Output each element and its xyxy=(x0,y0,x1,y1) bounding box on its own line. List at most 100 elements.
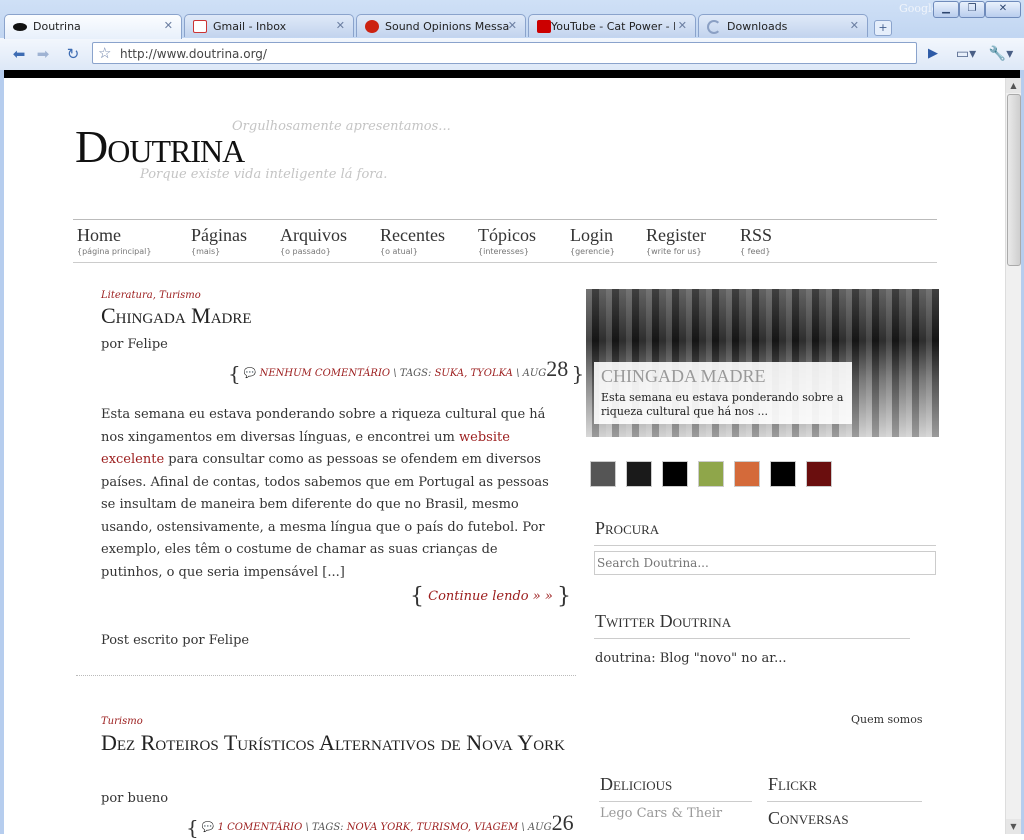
close-tab-icon[interactable]: ✕ xyxy=(164,19,173,32)
tags-links[interactable]: Suka, Tyolka xyxy=(435,368,513,379)
tab-sound-opinions[interactable]: Sound Opinions Message... ✕ xyxy=(356,14,526,37)
featured-title[interactable]: Chingada Madre xyxy=(601,366,766,387)
tagline-top: Orgulhosamente apresentamos... xyxy=(232,119,451,134)
post-month: AUG xyxy=(522,368,547,379)
post-title[interactable]: Chingada Madre xyxy=(101,302,571,329)
scroll-thumb[interactable] xyxy=(1007,94,1021,266)
delicious-widget-title: Delicious xyxy=(600,774,673,794)
delicious-link[interactable]: Lego Cars & Their xyxy=(600,806,722,821)
address-bar[interactable]: ☆ http://www.doutrina.org/ xyxy=(92,42,917,64)
toolbar: ⬅ ➡ ↻ ☆ http://www.doutrina.org/ ▶ ▭▾ 🔧▾ xyxy=(0,38,1024,70)
post-categories[interactable]: Turismo xyxy=(101,716,143,727)
post-byline: por Felipe xyxy=(101,337,168,352)
comment-icon: 💬 xyxy=(243,368,257,379)
nav-label[interactable]: Arquivos xyxy=(280,225,347,246)
twitter-status[interactable]: doutrina: Blog "novo" no ar... xyxy=(595,651,786,666)
slider-thumb[interactable] xyxy=(734,461,760,487)
tab-downloads[interactable]: Downloads ✕ xyxy=(698,14,868,37)
tab-label: Downloads xyxy=(727,20,788,33)
close-tab-icon[interactable]: ✕ xyxy=(336,19,345,32)
scroll-down-icon[interactable]: ▼ xyxy=(1006,819,1021,834)
close-tab-icon[interactable]: ✕ xyxy=(850,19,859,32)
back-arrow-icon[interactable]: ⬅ xyxy=(8,43,30,65)
nav-item-home[interactable]: Home {página principal} xyxy=(77,225,151,256)
nav-label[interactable]: Home xyxy=(77,225,151,246)
page-menu-icon[interactable]: ▭▾ xyxy=(952,43,980,65)
downloads-icon xyxy=(707,20,721,34)
nav-label[interactable]: Register xyxy=(646,225,706,246)
slider-thumb[interactable] xyxy=(590,461,616,487)
tab-label: Gmail - Inbox xyxy=(213,20,287,33)
featured-caption[interactable]: Chingada Madre Esta semana eu estava pon… xyxy=(594,362,852,424)
youtube-icon xyxy=(537,20,551,33)
tab-label: YouTube - Cat Power - Nu... xyxy=(551,20,675,33)
page-top-bar xyxy=(4,70,1020,78)
slider-thumb[interactable] xyxy=(770,461,796,487)
nav-item-topicos[interactable]: Tópicos {interesses} xyxy=(478,225,536,256)
slider-thumb[interactable] xyxy=(698,461,724,487)
post-month: AUG xyxy=(527,822,552,833)
close-tab-icon[interactable]: ✕ xyxy=(678,19,687,32)
nav-item-rss[interactable]: RSS { feed} xyxy=(740,225,772,256)
url-text[interactable]: http://www.doutrina.org/ xyxy=(120,47,267,61)
nav-label[interactable]: Tópicos xyxy=(478,225,536,246)
tab-gmail[interactable]: Gmail - Inbox ✕ xyxy=(184,14,354,37)
comments-link[interactable]: Nenhum Comentário xyxy=(260,368,391,379)
brace-close: } xyxy=(556,584,571,609)
continue-link[interactable]: Continue lendo » » xyxy=(428,589,553,604)
post-categories[interactable]: Literatura, Turismo xyxy=(101,290,201,301)
vertical-scrollbar[interactable]: ▲ ▼ xyxy=(1005,78,1021,834)
post-title[interactable]: Dez Roteiros Turísticos Alternativos de … xyxy=(101,729,571,756)
nav-item-login[interactable]: Login {gerencie} xyxy=(570,225,615,256)
new-tab-button[interactable]: + xyxy=(874,20,892,36)
nav-sublabel: {write for us} xyxy=(646,247,702,256)
go-arrow-icon[interactable]: ▶ xyxy=(922,43,944,65)
brace-open: { xyxy=(228,361,241,386)
nav-label[interactable]: Recentes xyxy=(380,225,445,246)
scroll-up-icon[interactable]: ▲ xyxy=(1006,78,1021,93)
brace-open: { xyxy=(410,584,424,609)
tab-strip: Doutrina ✕ Gmail - Inbox ✕ Sound Opinion… xyxy=(0,14,1024,39)
nav-label[interactable]: Login xyxy=(570,225,615,246)
nav-sublabel: {o atual} xyxy=(380,247,418,256)
tab-youtube[interactable]: YouTube - Cat Power - Nu... ✕ xyxy=(528,14,696,37)
tab-doutrina[interactable]: Doutrina ✕ xyxy=(4,14,182,39)
comment-icon: 💬 xyxy=(201,822,215,833)
nav-item-register[interactable]: Register {write for us} xyxy=(646,225,706,256)
nav-item-recentes[interactable]: Recentes {o atual} xyxy=(380,225,445,256)
widget-divider xyxy=(594,638,910,639)
main-navigation: Home {página principal} Páginas {mais} A… xyxy=(73,219,937,263)
bookmark-star-icon[interactable]: ☆ xyxy=(98,44,111,62)
slider-thumb[interactable] xyxy=(662,461,688,487)
nav-item-paginas[interactable]: Páginas {mais} xyxy=(191,225,247,256)
tags-label: Tags: xyxy=(312,822,344,833)
slider-thumb[interactable] xyxy=(806,461,832,487)
nav-sublabel: {interesses} xyxy=(478,247,529,256)
slider-thumb[interactable] xyxy=(626,461,652,487)
brace-close: } xyxy=(571,361,585,386)
wrench-menu-icon[interactable]: 🔧▾ xyxy=(986,43,1016,65)
close-tab-icon[interactable]: ✕ xyxy=(508,19,517,32)
window-left-border xyxy=(0,70,4,834)
doutrina-favicon-icon xyxy=(13,23,27,31)
nav-label[interactable]: Páginas xyxy=(191,225,247,246)
post-meta: { 💬 Nenhum Comentário \ Tags: Suka, Tyol… xyxy=(228,356,585,386)
forward-arrow-icon[interactable]: ➡ xyxy=(32,43,54,65)
continue-reading[interactable]: { Continue lendo » » } xyxy=(410,584,571,609)
reload-icon[interactable]: ↻ xyxy=(62,43,84,65)
nav-sublabel: { feed} xyxy=(740,247,771,256)
featured-post-slider[interactable]: Chingada Madre Esta semana eu estava pon… xyxy=(586,289,939,437)
comments-link[interactable]: 1 Comentário xyxy=(218,822,303,833)
widget-divider xyxy=(599,801,752,802)
flickr-link[interactable]: Conversas xyxy=(768,808,849,829)
site-logo[interactable]: Doutrina xyxy=(75,120,245,173)
search-input[interactable] xyxy=(594,551,936,575)
featured-text: Esta semana eu estava ponderando sobre a… xyxy=(601,391,844,418)
nav-label[interactable]: RSS xyxy=(740,225,772,246)
tags-links[interactable]: Nova York, Turismo, Viagem xyxy=(347,822,518,833)
nav-item-arquivos[interactable]: Arquivos {o passado} xyxy=(280,225,347,256)
tags-label: Tags: xyxy=(399,368,432,379)
search-widget-title: Procura xyxy=(595,518,660,538)
sound-opinions-icon xyxy=(365,20,379,33)
quem-somos-link[interactable]: Quem somos xyxy=(851,713,923,726)
